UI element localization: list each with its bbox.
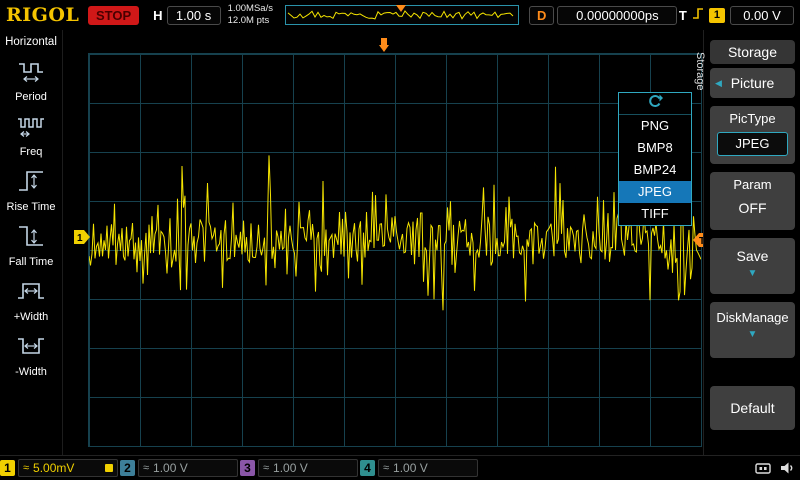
coupling-icon: ≈ — [263, 462, 269, 474]
channel1-status[interactable]: 1 ≈ 5.00mV — [0, 459, 118, 477]
channel2-scale-box: ≈ 1.00 V — [138, 459, 238, 477]
channel4-scale-box: ≈ 1.00 V — [378, 459, 478, 477]
usb-icon — [754, 460, 772, 480]
popup-item-png[interactable]: PNG — [619, 115, 691, 137]
fall-time-icon — [16, 222, 46, 255]
oscilloscope-screen: RIGOL STOP H 1.00 s 1.00MSa/s 12.0M pts … — [0, 0, 800, 480]
minus-width-icon — [16, 332, 46, 365]
save-button[interactable]: Save ▼ — [710, 238, 795, 294]
sidebar-item-minus-width[interactable]: -Width — [0, 332, 62, 378]
popup-item-jpeg[interactable]: JPEG — [619, 181, 691, 203]
channel1-scale: 5.00mV — [33, 461, 74, 475]
param-button[interactable]: Param OFF — [710, 172, 795, 230]
picture-button-label: Picture — [731, 75, 775, 91]
system-status-icons — [754, 460, 795, 480]
channel2-status[interactable]: 2 ≈ 1.00 V — [120, 459, 238, 477]
channel3-status[interactable]: 3 ≈ 1.00 V — [240, 459, 358, 477]
top-status-bar: RIGOL STOP H 1.00 s 1.00MSa/s 12.0M pts … — [0, 0, 800, 30]
trigger-level-value: 0.00 V — [730, 6, 794, 25]
delay-readout: D 0.00000000ps — [529, 6, 677, 25]
channel4-status[interactable]: 4 ≈ 1.00 V — [360, 459, 478, 477]
popup-item-tiff[interactable]: TIFF — [619, 203, 691, 225]
pictype-button-label: PicType — [710, 106, 795, 126]
trigger-position-marker-icon — [378, 38, 390, 58]
waveform-display-area: 1 T — [63, 30, 703, 455]
waveform — [89, 54, 701, 446]
param-button-label: Param — [710, 172, 795, 192]
channel3-badge: 3 — [240, 460, 255, 476]
measure-sidebar: Horizontal Period F — [0, 30, 63, 455]
param-value: OFF — [710, 200, 795, 216]
down-arrow-icon: ▼ — [710, 268, 795, 279]
waveform-preview — [285, 5, 519, 25]
default-button-label: Default — [730, 400, 774, 416]
channel1-marker-label: 1 — [77, 233, 83, 244]
diskmanage-button-label: DiskManage — [710, 302, 795, 325]
rise-time-icon — [16, 167, 46, 200]
acquisition-info: 1.00MSa/s 12.0M pts — [228, 3, 273, 27]
default-button[interactable]: Default — [710, 386, 795, 430]
plus-width-icon — [16, 277, 46, 310]
horizontal-label: H — [153, 8, 162, 23]
popup-item-bmp24[interactable]: BMP24 — [619, 159, 691, 181]
sample-rate: 1.00MSa/s — [228, 3, 273, 15]
trigger-source-badge: 1 — [709, 8, 725, 23]
pictype-value: JPEG — [717, 132, 788, 156]
delay-value: 0.00000000ps — [557, 6, 677, 25]
sidebar-item-period[interactable]: Period — [0, 57, 62, 103]
period-icon — [16, 57, 46, 90]
trigger-slope-icon — [692, 6, 704, 25]
timebase-value: 1.00 s — [167, 6, 221, 25]
sidebar-item-label: +Width — [14, 311, 49, 323]
speaker-icon — [779, 460, 795, 480]
sidebar-title: Horizontal — [5, 36, 57, 48]
softkey-menu-panel: Storage ◀ Picture PicType JPEG Param OFF… — [703, 30, 800, 455]
channel-flag-icon — [105, 464, 113, 472]
channel4-badge: 4 — [360, 460, 375, 476]
sidebar-item-freq[interactable]: Freq — [0, 112, 62, 158]
channel1-badge: 1 — [0, 460, 15, 476]
channel2-scale: 1.00 V — [153, 461, 188, 475]
pictype-popup: PNG BMP8 BMP24 JPEG TIFF — [618, 92, 692, 226]
menu-title: Storage — [710, 40, 795, 64]
delay-label: D — [529, 6, 554, 25]
coupling-icon: ≈ — [383, 462, 389, 474]
channel3-scale: 1.00 V — [273, 461, 308, 475]
sidebar-item-label: Rise Time — [7, 201, 56, 213]
sidebar-item-label: Fall Time — [9, 256, 54, 268]
down-arrow-icon: ▼ — [710, 329, 795, 340]
memory-depth: 12.0M pts — [228, 15, 273, 27]
sidebar-item-plus-width[interactable]: +Width — [0, 277, 62, 323]
coupling-icon: ≈ — [143, 462, 149, 474]
channel1-offset-marker: 1 — [74, 230, 91, 249]
rigol-logo: RIGOL — [6, 4, 78, 26]
trigger-label: T — [679, 8, 687, 23]
diskmanage-button[interactable]: DiskManage ▼ — [710, 302, 795, 358]
freq-icon — [16, 112, 46, 145]
preview-trigger-marker-icon — [396, 5, 406, 17]
coupling-icon: ≈ — [23, 462, 29, 474]
storage-vertical-tab: Storage — [694, 52, 706, 91]
run-state-badge: STOP — [88, 6, 139, 25]
back-arrow-icon: ◀ — [715, 68, 722, 98]
sidebar-item-label: Freq — [20, 146, 43, 158]
popup-item-bmp8[interactable]: BMP8 — [619, 137, 691, 159]
rotate-knob-icon — [647, 93, 663, 114]
channel4-scale: 1.00 V — [393, 461, 428, 475]
trigger-readout: T 1 0.00 V — [679, 6, 794, 25]
channel1-scale-box: ≈ 5.00mV — [18, 459, 118, 477]
pictype-button[interactable]: PicType JPEG — [710, 106, 795, 164]
sidebar-item-fall-time[interactable]: Fall Time — [0, 222, 62, 268]
save-button-label: Save — [710, 238, 795, 264]
display-grid — [88, 53, 702, 447]
sidebar-item-label: Period — [15, 91, 47, 103]
channel2-badge: 2 — [120, 460, 135, 476]
picture-button[interactable]: ◀ Picture — [710, 68, 795, 98]
popup-icon-row — [619, 93, 691, 115]
sidebar-item-label: -Width — [15, 366, 47, 378]
sidebar-item-rise-time[interactable]: Rise Time — [0, 167, 62, 213]
channel-status-bar: 1 ≈ 5.00mV 2 ≈ 1.00 V 3 ≈ 1.00 V 4 ≈ — [0, 455, 800, 480]
channel3-scale-box: ≈ 1.00 V — [258, 459, 358, 477]
